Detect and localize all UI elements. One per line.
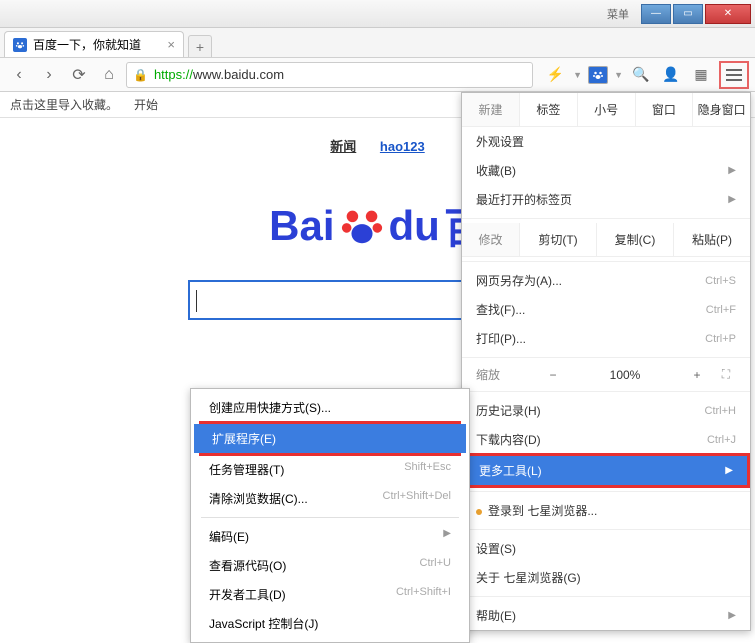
chevron-right-icon: ▶ [443,528,451,545]
search-icon[interactable]: 🔍 [629,63,653,87]
nav-news[interactable]: 新闻 [330,139,356,154]
tab-bar: 百度一下，你就知道 × + [0,28,755,58]
menu-cut[interactable]: 剪切(T) [520,223,597,257]
address-bar: ‹ › ⟳ ⌂ 🔒 https://www.baidu.com ⚡ ▼ ▼ 🔍 … [0,58,755,92]
chevron-right-icon: ▶ [725,465,733,476]
submenu-js-console[interactable]: JavaScript 控制台(J) [191,609,469,638]
menu-new-small[interactable]: 小号 [578,93,636,127]
maximize-button[interactable]: ▭ [673,4,703,24]
menu-help[interactable]: 帮助(E)▶ [462,601,750,630]
reload-button[interactable]: ⟳ [66,62,92,88]
bookmark-hint[interactable]: 点击这里导入收藏。 [10,96,118,113]
dropdown-icon[interactable]: ▼ [573,70,582,80]
menu-new-incognito[interactable]: 隐身窗口 [693,93,750,127]
menu-print[interactable]: 打印(P)...Ctrl+P [462,324,750,353]
home-button[interactable]: ⌂ [96,62,122,88]
text-cursor [196,290,197,312]
user-icon[interactable]: 👤 [659,63,683,87]
dropdown-icon[interactable]: ▼ [614,70,623,80]
submenu-encoding[interactable]: 编码(E)▶ [191,522,469,551]
url-host: www.baidu.com [193,67,284,82]
close-button[interactable]: ✕ [705,4,751,24]
bookmark-start[interactable]: 开始 [134,96,158,113]
submenu-clear-data[interactable]: 清除浏览数据(C)...Ctrl+Shift+Del [191,484,469,513]
submenu-task-manager[interactable]: 任务管理器(T)Shift+Esc [191,455,469,484]
zoom-value: 100% [572,368,678,382]
grid-icon[interactable]: ▦ [689,63,713,87]
new-tab-button[interactable]: + [188,35,212,57]
menu-zoom: 缩放 − 100% + ⛶ [462,362,750,387]
chevron-right-icon: ▶ [728,610,736,621]
minimize-button[interactable]: — [641,4,671,24]
nav-hao123[interactable]: hao123 [380,139,425,154]
window-titlebar: 菜单 — ▭ ✕ [0,0,755,28]
tab-title: 百度一下，你就知道 [33,36,141,53]
menu-recent-tabs[interactable]: 最近打开的标签页▶ [462,185,750,214]
menu-save-as[interactable]: 网页另存为(A)...Ctrl+S [462,266,750,295]
submenu-create-shortcut[interactable]: 创建应用快捷方式(S)... [191,393,469,422]
menu-more-tools[interactable]: 更多工具(L)▶ [465,456,747,485]
zoom-out-button[interactable]: − [544,368,562,382]
browser-tab[interactable]: 百度一下，你就知道 × [4,31,184,57]
lock-icon: 🔒 [133,68,148,82]
paw-icon [339,203,385,249]
search-engine-icon[interactable] [588,66,608,84]
paw-icon [13,38,27,52]
url-protocol: https:// [154,67,193,82]
menu-settings[interactable]: 设置(S) [462,534,750,563]
menu-find[interactable]: 查找(F)...Ctrl+F [462,295,750,324]
menu-new-tab[interactable]: 标签 [520,93,578,127]
logo-text-bai: Bai [269,202,334,250]
main-menu-button[interactable] [719,61,749,89]
back-button[interactable]: ‹ [6,62,32,88]
submenu-extensions[interactable]: 扩展程序(E) [194,424,466,453]
menu-paste[interactable]: 粘贴(P) [674,223,750,257]
baidu-logo: Bai du 百 [269,195,486,256]
menu-favorites[interactable]: 收藏(B)▶ [462,156,750,185]
submenu-dev-tools[interactable]: 开发者工具(D)Ctrl+Shift+I [191,580,469,609]
main-menu: 新建 标签 小号 窗口 隐身窗口 外观设置 收藏(B)▶ 最近打开的标签页▶ 修… [461,92,751,631]
menu-new-window[interactable]: 窗口 [636,93,694,127]
menu-appearance[interactable]: 外观设置 [462,127,750,156]
menu-new-label: 新建 [462,93,520,127]
menu-about[interactable]: 关于 七星浏览器(G) [462,563,750,592]
menu-history[interactable]: 历史记录(H)Ctrl+H [462,396,750,425]
close-tab-icon[interactable]: × [167,37,175,52]
menu-copy[interactable]: 复制(C) [597,223,674,257]
menu-edit-label: 修改 [462,223,520,257]
submenu-view-source[interactable]: 查看源代码(O)Ctrl+U [191,551,469,580]
status-dot-icon [476,509,482,515]
chevron-right-icon: ▶ [728,194,736,205]
menu-downloads[interactable]: 下载内容(D)Ctrl+J [462,425,750,454]
titlebar-menu[interactable]: 菜单 [607,6,629,22]
zoom-in-button[interactable]: + [688,368,706,382]
more-tools-submenu: 创建应用快捷方式(S)... 扩展程序(E) 任务管理器(T)Shift+Esc… [190,388,470,643]
menu-login[interactable]: 登录到 七星浏览器... [462,496,750,525]
forward-button[interactable]: › [36,62,62,88]
logo-text-du: du [389,202,440,250]
flash-icon[interactable]: ⚡ [543,63,567,87]
chevron-right-icon: ▶ [728,165,736,176]
url-input[interactable]: 🔒 https://www.baidu.com [126,62,533,88]
fullscreen-button[interactable]: ⛶ [716,367,736,382]
